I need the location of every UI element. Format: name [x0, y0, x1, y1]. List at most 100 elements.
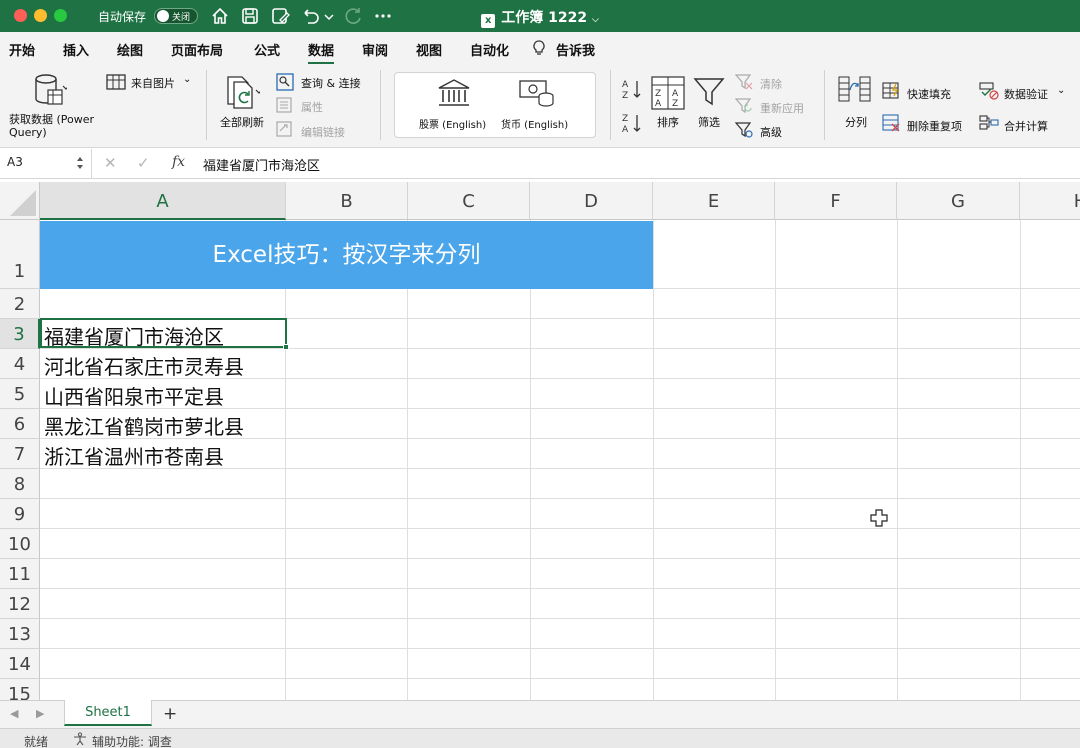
- tab-data[interactable]: 数据: [308, 40, 335, 65]
- edit-links-icon: [276, 121, 292, 137]
- tab-formulas[interactable]: 公式: [254, 40, 280, 59]
- cancel-entry-icon[interactable]: ✕: [104, 154, 117, 172]
- clear-button[interactable]: 清除: [760, 76, 782, 92]
- row-header-12[interactable]: 12: [0, 589, 40, 619]
- flash-fill-button[interactable]: 快速填充: [907, 86, 951, 102]
- fill-handle[interactable]: [283, 344, 289, 350]
- queries-connections-button[interactable]: 查询 & 连接: [301, 75, 361, 91]
- svg-text:A: A: [655, 99, 662, 109]
- remove-duplicates-button[interactable]: 删除重复项: [907, 118, 962, 134]
- sort-ascending-icon[interactable]: AZ: [621, 78, 643, 100]
- gridline: [40, 498, 1080, 499]
- row-header-2[interactable]: 2: [0, 289, 40, 319]
- insert-function-icon[interactable]: fx: [172, 154, 185, 170]
- tab-home[interactable]: 开始: [9, 40, 35, 59]
- add-sheet-icon[interactable]: +: [163, 704, 177, 724]
- column-header-b[interactable]: B: [286, 182, 408, 220]
- row-header-1[interactable]: 1: [0, 220, 40, 289]
- row-header-5[interactable]: 5: [0, 379, 40, 409]
- column-header-e[interactable]: E: [653, 182, 775, 220]
- advanced-button[interactable]: 高级: [760, 124, 782, 140]
- cell-cursor-icon: [870, 509, 888, 527]
- chevron-down-icon[interactable]: ⌄: [1057, 85, 1065, 96]
- row-header-3[interactable]: 3: [0, 319, 40, 349]
- row-header-15[interactable]: 15: [0, 679, 40, 700]
- previous-sheet-icon[interactable]: ◀: [10, 707, 18, 720]
- gridline: [40, 588, 1080, 589]
- chevron-down-icon[interactable]: ⌄: [183, 74, 191, 85]
- cell-a7[interactable]: 浙江省温州市苍南县: [44, 441, 224, 470]
- tab-page-layout[interactable]: 页面布局: [171, 40, 223, 59]
- sort-button[interactable]: 排序: [657, 114, 679, 130]
- queries-connections-icon: [276, 73, 294, 91]
- sort-icon[interactable]: ZAAZ: [651, 76, 685, 110]
- edit-links-button[interactable]: 编辑链接: [301, 124, 345, 140]
- tab-draw[interactable]: 绘图: [117, 40, 143, 59]
- refresh-all-icon[interactable]: [224, 74, 260, 110]
- document-title[interactable]: x 工作簿 1222 ⌵: [0, 7, 1080, 28]
- tell-me-search[interactable]: 告诉我: [556, 40, 595, 59]
- currencies-button[interactable]: 货币 (English): [501, 116, 568, 131]
- refresh-all-button[interactable]: 全部刷新: [220, 114, 264, 130]
- properties-button[interactable]: 属性: [301, 99, 323, 115]
- column-header-g[interactable]: G: [897, 182, 1020, 220]
- tab-review[interactable]: 审阅: [362, 40, 388, 59]
- stocks-button[interactable]: 股票 (English): [419, 116, 486, 131]
- column-header-d[interactable]: D: [530, 182, 653, 220]
- excel-file-icon: x: [481, 14, 496, 28]
- tab-insert[interactable]: 插入: [63, 40, 89, 59]
- sort-descending-icon[interactable]: ZA: [621, 112, 643, 134]
- row-header-14[interactable]: 14: [0, 649, 40, 679]
- formula-input[interactable]: 福建省厦门市海沧区: [203, 155, 320, 174]
- text-to-columns-button[interactable]: 分列: [845, 114, 867, 130]
- worksheet-grid[interactable]: A B C D E F G H 1 2 3 4 5 6 7 8 9 10 11 …: [0, 182, 1080, 700]
- name-box[interactable]: A3: [0, 149, 92, 178]
- cell-a5[interactable]: 山西省阳泉市平定县: [44, 381, 224, 410]
- get-data-button[interactable]: 获取数据 (Power Query): [9, 113, 103, 139]
- row-header-9[interactable]: 9: [0, 499, 40, 529]
- ribbon-divider: [610, 70, 611, 140]
- row-header-11[interactable]: 11: [0, 559, 40, 589]
- gridline: [40, 678, 1080, 679]
- svg-text:Z: Z: [622, 114, 628, 124]
- accessibility-status[interactable]: 辅助功能: 调查: [92, 733, 172, 748]
- row-header-4[interactable]: 4: [0, 349, 40, 379]
- consolidate-button[interactable]: 合并计算: [1004, 118, 1048, 134]
- bank-icon[interactable]: [437, 78, 471, 108]
- tab-automate[interactable]: 自动化: [470, 40, 509, 59]
- cell-a4[interactable]: 河北省石家庄市灵寿县: [44, 351, 244, 380]
- reapply-button[interactable]: 重新应用: [760, 100, 804, 116]
- data-validation-button[interactable]: 数据验证: [1004, 86, 1048, 102]
- column-header-c[interactable]: C: [408, 182, 530, 220]
- row-header-13[interactable]: 13: [0, 619, 40, 649]
- status-ready: 就绪: [24, 735, 49, 748]
- formula-bar: A3 ✕ ✓ fx 福建省厦门市海沧区: [0, 149, 1080, 179]
- column-header-a[interactable]: A: [40, 182, 286, 220]
- title-banner-cell[interactable]: Excel技巧：按汉字来分列: [40, 221, 653, 289]
- name-box-stepper-icon[interactable]: [76, 155, 84, 171]
- next-sheet-icon[interactable]: ▶: [36, 707, 44, 720]
- column-header-f[interactable]: F: [775, 182, 897, 220]
- sheet-tab-sheet1[interactable]: Sheet1: [64, 700, 152, 726]
- currency-icon[interactable]: [518, 78, 556, 108]
- filter-button[interactable]: 筛选: [698, 114, 720, 130]
- filter-icon[interactable]: [693, 76, 725, 108]
- row-header-7[interactable]: 7: [0, 439, 40, 469]
- flash-fill-icon: [882, 82, 899, 99]
- tab-view[interactable]: 视图: [416, 40, 442, 59]
- from-picture-button[interactable]: 来自图片: [131, 75, 175, 91]
- svg-text:A: A: [672, 89, 679, 99]
- ribbon-divider: [824, 70, 825, 140]
- row-header-10[interactable]: 10: [0, 529, 40, 559]
- status-bar: 就绪 辅助功能: 调查: [0, 728, 1080, 748]
- row-header-8[interactable]: 8: [0, 469, 40, 499]
- row-header-6[interactable]: 6: [0, 409, 40, 439]
- accessibility-icon[interactable]: [72, 732, 88, 746]
- cell-a6[interactable]: 黑龙江省鹤岗市萝北县: [44, 411, 244, 440]
- text-to-columns-icon[interactable]: [838, 74, 874, 110]
- column-header-h[interactable]: H: [1020, 182, 1080, 220]
- select-all-button[interactable]: [0, 182, 40, 220]
- database-icon[interactable]: [33, 72, 67, 108]
- chevron-down-icon: ⌵: [591, 15, 599, 25]
- confirm-entry-icon[interactable]: ✓: [137, 154, 150, 172]
